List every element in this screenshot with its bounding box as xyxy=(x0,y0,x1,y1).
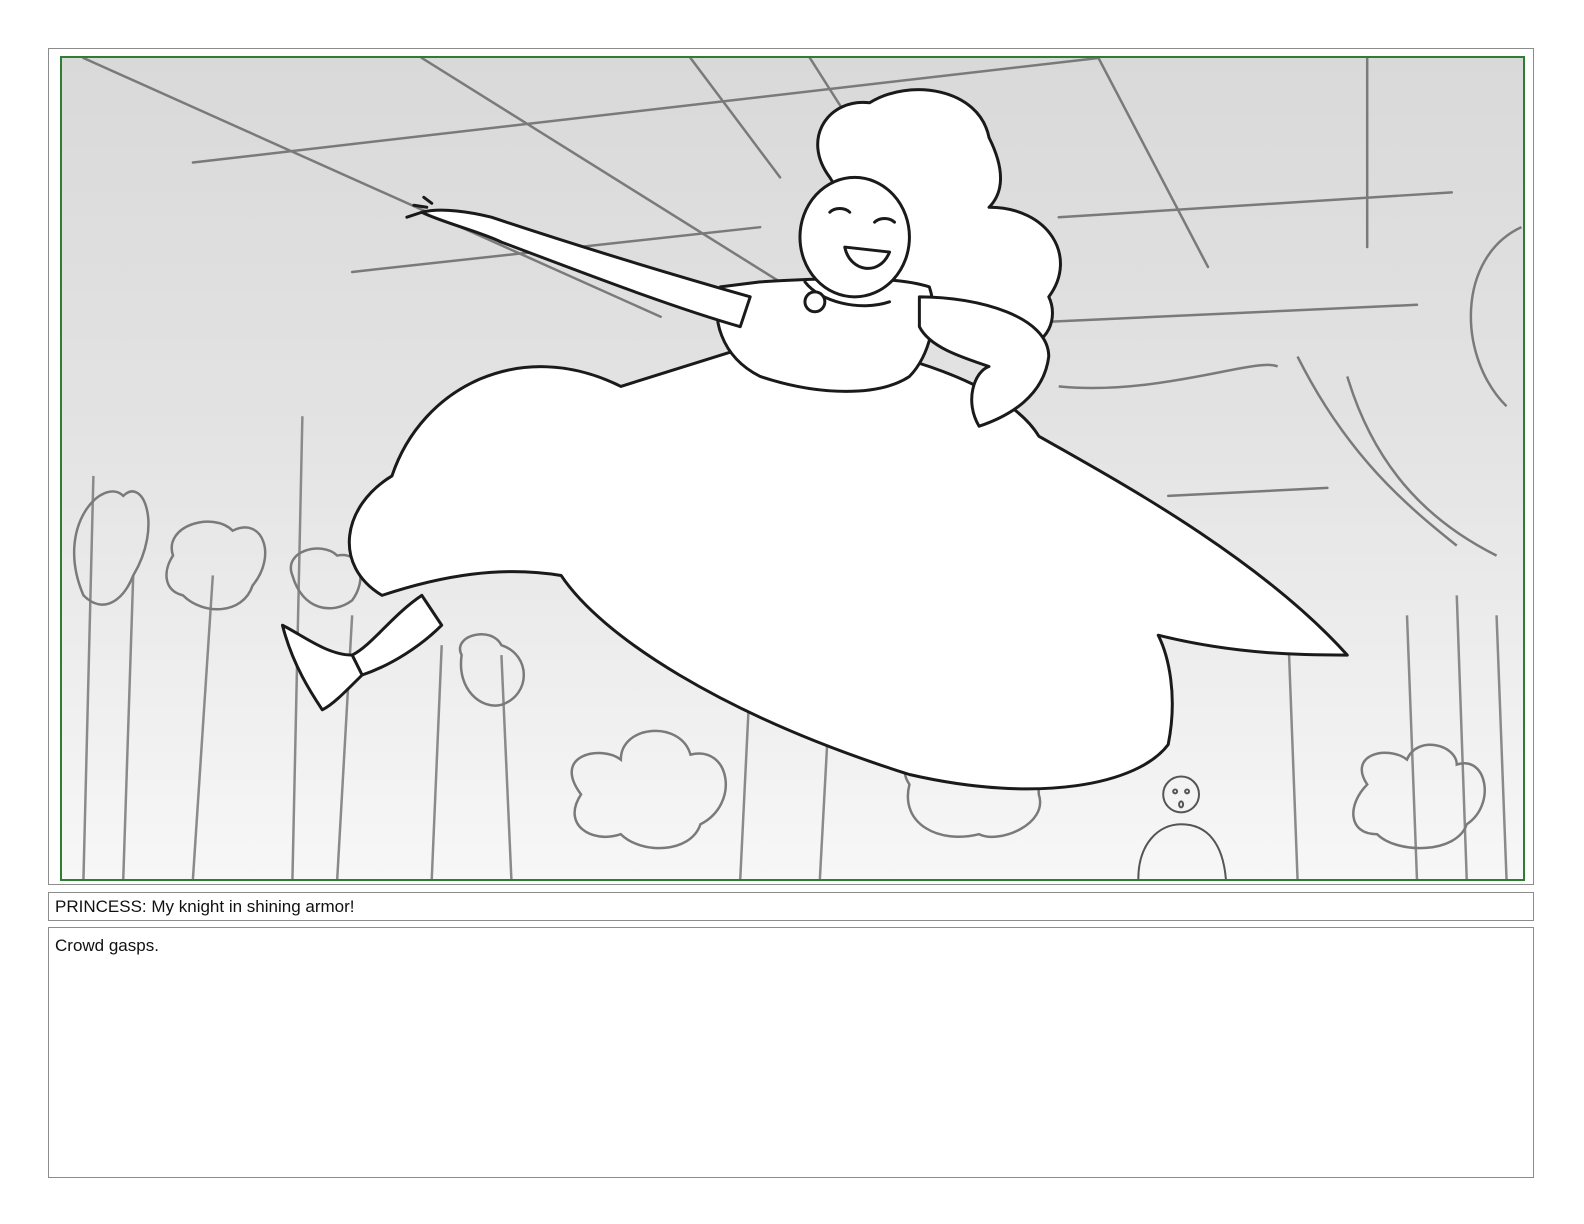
storyboard-panel-image xyxy=(60,56,1525,881)
princess-figure xyxy=(280,88,1349,791)
dialogue-caption: PRINCESS: My knight in shining armor! xyxy=(48,892,1534,921)
action-notes: Crowd gasps. xyxy=(48,927,1534,1178)
sketch-drawing xyxy=(72,58,1522,879)
crowd-member xyxy=(1137,775,1227,879)
